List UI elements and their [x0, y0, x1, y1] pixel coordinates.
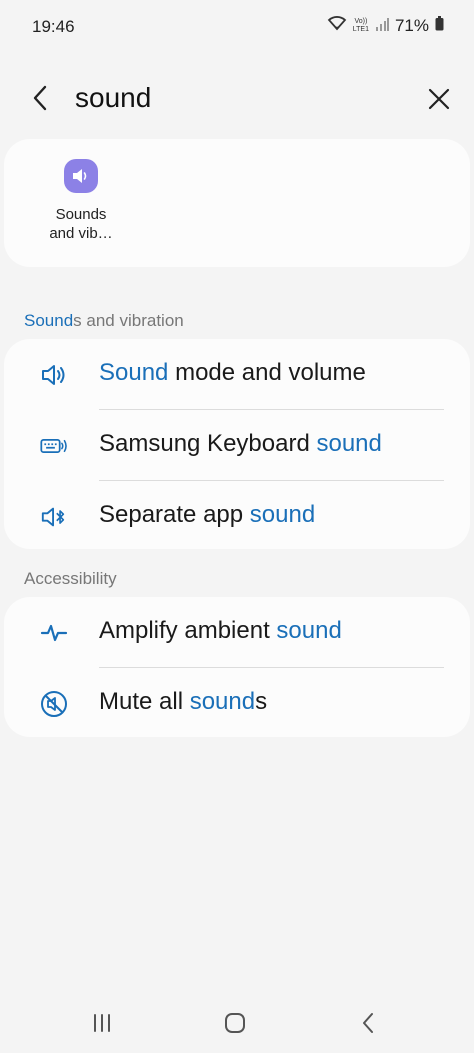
recents-button[interactable] — [82, 1008, 122, 1038]
result-label: Samsung Keyboard sound — [99, 430, 382, 457]
result-label: Mute all sounds — [99, 688, 268, 715]
status-icons: Vo)) LTE1 71% — [327, 15, 444, 36]
result-mute-all-sounds[interactable]: Mute all sounds — [4, 668, 470, 738]
chevron-left-icon — [363, 1013, 373, 1033]
home-icon — [225, 1013, 245, 1033]
home-button[interactable] — [215, 1008, 255, 1038]
search-header: sound — [0, 70, 474, 130]
recents-icon — [94, 1014, 110, 1032]
section-title-sounds: Sounds and vibration — [24, 311, 184, 330]
bluetooth-speaker-icon — [40, 503, 68, 531]
result-label: Amplify ambient sound — [99, 617, 342, 644]
navigation-bar — [0, 990, 474, 1053]
result-amplify-ambient-sound[interactable]: Amplify ambient sound — [4, 597, 470, 667]
mute-icon — [40, 690, 68, 718]
status-time: 19:46 — [32, 17, 75, 36]
close-icon — [428, 88, 450, 110]
result-sound-mode-and-volume[interactable]: Sound mode and volume — [4, 339, 470, 409]
result-samsung-keyboard-sound[interactable]: Samsung Keyboard sound — [4, 410, 470, 480]
clear-search-button[interactable] — [422, 82, 456, 116]
waveform-icon — [40, 619, 68, 647]
wifi-icon — [327, 15, 347, 36]
app-tile-label: Sounds and vib… — [49, 206, 113, 242]
keyboard-sound-icon — [40, 432, 68, 460]
back-arrow-icon — [33, 85, 47, 111]
result-label: Separate app sound — [99, 501, 316, 528]
system-back-button[interactable] — [348, 1008, 388, 1038]
speaker-app-icon — [64, 159, 98, 193]
speaker-icon — [40, 361, 68, 389]
result-separate-app-sound[interactable]: Separate app sound — [4, 481, 470, 551]
result-label: Sound mode and volume — [99, 359, 366, 386]
search-input[interactable]: sound — [75, 82, 151, 114]
accessibility-results-card: Amplify ambient sound Mute all sounds — [4, 597, 470, 737]
battery-percent: 71% — [394, 15, 429, 35]
app-tile-sounds-and-vibration[interactable]: Sounds and vib… — [34, 157, 128, 243]
sounds-results-card: Sound mode and volume Samsung Keyboard s… — [4, 339, 470, 549]
back-button[interactable] — [24, 82, 56, 114]
battery-icon — [435, 15, 444, 36]
signal-icon — [375, 16, 389, 36]
status-bar: 19:46 Vo)) LTE1 71% — [0, 0, 474, 56]
section-title-accessibility: Accessibility — [24, 569, 117, 588]
top-results-card: Sounds and vib… — [4, 139, 470, 267]
volte-indicator: Vo)) LTE1 — [352, 17, 369, 33]
